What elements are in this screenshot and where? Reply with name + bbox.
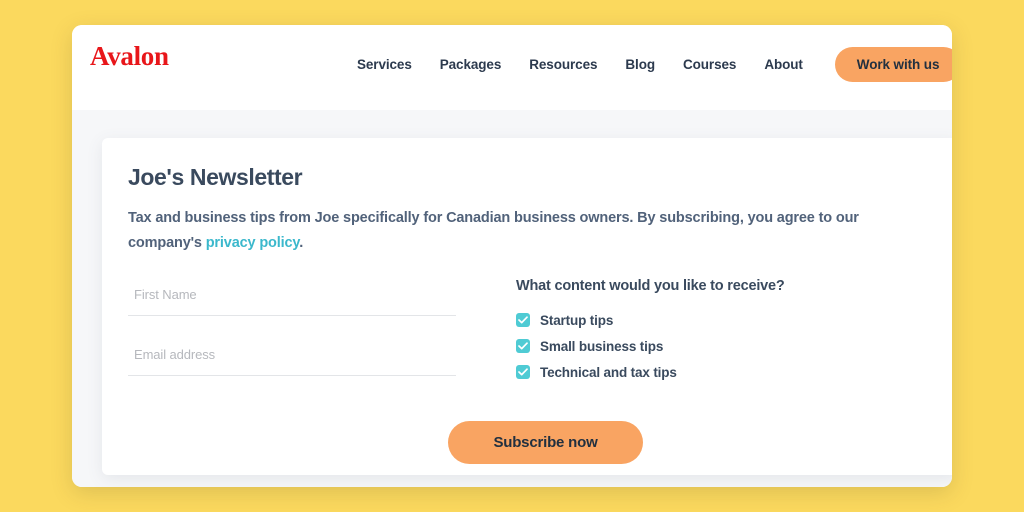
first-name-field-row	[128, 280, 456, 340]
main-nav: Services Packages Resources Blog Courses…	[357, 45, 952, 83]
checkbox-checked-icon[interactable]	[516, 339, 530, 353]
checkbox-checked-icon[interactable]	[516, 365, 530, 379]
email-field-row	[128, 340, 456, 400]
newsletter-card: Joe's Newsletter Tax and business tips f…	[102, 138, 952, 475]
site-header: Avalon Services Packages Resources Blog …	[72, 25, 952, 110]
newsletter-description-text-after: .	[299, 235, 304, 251]
newsletter-description: Tax and business tips from Joe specifica…	[128, 206, 918, 256]
subscribe-button[interactable]: Subscribe now	[448, 421, 643, 464]
site-panel: Avalon Services Packages Resources Blog …	[72, 25, 952, 487]
preferences-group: What content would you like to receive? …	[516, 278, 876, 385]
nav-item-blog[interactable]: Blog	[625, 57, 655, 72]
email-input[interactable]	[128, 340, 456, 376]
nav-item-services[interactable]: Services	[357, 57, 412, 72]
checkbox-label-startup-tips[interactable]: Startup tips	[540, 313, 613, 328]
newsletter-title: Joe's Newsletter	[128, 164, 303, 190]
checkbox-checked-icon[interactable]	[516, 313, 530, 327]
nav-item-resources[interactable]: Resources	[529, 57, 597, 72]
checkbox-row[interactable]: Technical and tax tips	[516, 359, 876, 385]
nav-item-about[interactable]: About	[764, 57, 803, 72]
first-name-input[interactable]	[128, 280, 456, 316]
privacy-policy-link[interactable]: privacy policy	[206, 235, 300, 251]
form-fields	[128, 280, 456, 400]
checkbox-row[interactable]: Startup tips	[516, 307, 876, 333]
checkbox-label-technical-and-tax-tips[interactable]: Technical and tax tips	[540, 365, 677, 380]
preferences-question: What content would you like to receive?	[516, 278, 785, 294]
brand-logo[interactable]: Avalon	[90, 43, 169, 70]
work-with-us-button[interactable]: Work with us	[834, 46, 952, 82]
nav-item-packages[interactable]: Packages	[440, 57, 502, 72]
checkbox-row[interactable]: Small business tips	[516, 333, 876, 359]
nav-item-courses[interactable]: Courses	[683, 57, 736, 72]
checkbox-label-small-business-tips[interactable]: Small business tips	[540, 339, 663, 354]
